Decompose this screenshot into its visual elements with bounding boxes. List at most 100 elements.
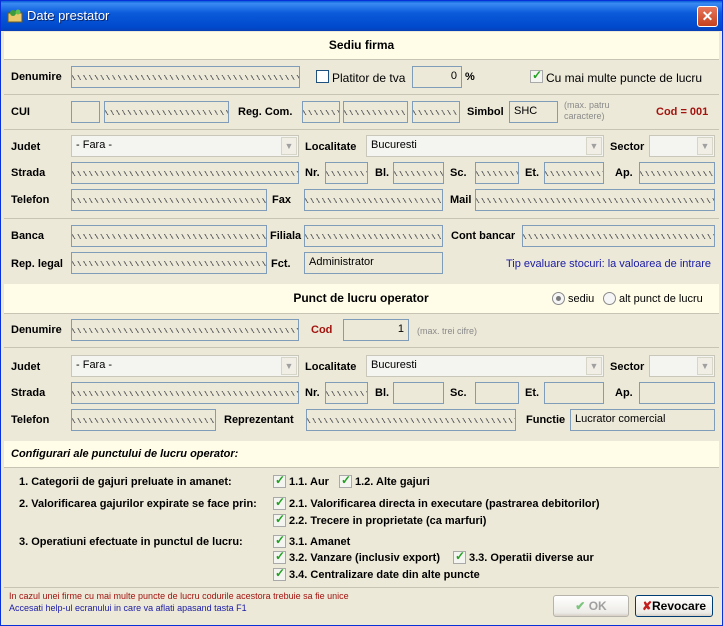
cui-label: CUI	[11, 106, 30, 118]
mail-field[interactable]	[475, 189, 715, 211]
sc-field[interactable]	[475, 162, 519, 184]
functie-field[interactable]: Lucrator comercial	[570, 409, 715, 431]
et-field[interactable]	[544, 162, 604, 184]
ok-button[interactable]: ✔ OK	[553, 595, 629, 617]
punct-bl-label: Bl.	[375, 387, 390, 399]
alte-gajuri-checkbox[interactable]: ✓	[339, 473, 352, 488]
punct-strada-field[interactable]	[71, 382, 299, 404]
app-icon	[7, 9, 23, 23]
fct-field[interactable]: Administrator	[304, 252, 443, 274]
punct-cod-label: Cod	[311, 324, 333, 336]
vanzare-checkbox[interactable]: ✓	[273, 549, 286, 564]
telefon-label: Telefon	[11, 194, 50, 206]
trecere-label: 2.2. Trecere in proprietate (ca marfuri)	[289, 515, 487, 527]
punct-sc-field[interactable]	[475, 382, 519, 404]
check-icon: ✓	[532, 68, 543, 82]
punct-telefon-field[interactable]	[71, 409, 216, 431]
punct-nr-field[interactable]	[325, 382, 368, 404]
check-icon: ✓	[275, 473, 286, 487]
punct-nr-label: Nr.	[305, 387, 320, 399]
punct-et-field[interactable]	[544, 382, 604, 404]
centralizare-checkbox[interactable]: ✓	[273, 566, 286, 581]
cont-bancar-label: Cont bancar	[451, 230, 516, 242]
bl-field[interactable]	[393, 162, 444, 184]
punct-sector-select[interactable]: ▼	[649, 355, 715, 377]
simbol-field[interactable]: SHC	[509, 101, 558, 123]
simbol-hint: (max. patru caractere)	[564, 100, 610, 121]
punct-localitate-value: Bucuresti	[371, 359, 417, 371]
valorificare-checkbox[interactable]: ✓	[273, 495, 286, 510]
divider	[4, 347, 719, 348]
banca-label: Banca	[11, 230, 45, 242]
check-icon: ✓	[455, 549, 466, 563]
strada-field[interactable]	[71, 162, 299, 184]
punct-denumire-field[interactable]	[71, 319, 299, 341]
regcom-part1-field[interactable]	[302, 101, 340, 123]
alte-gajuri-label: 1.2. Alte gajuri	[355, 476, 430, 488]
chevron-down-icon[interactable]: ▼	[697, 137, 713, 155]
banca-field[interactable]	[71, 225, 267, 247]
rep-legal-field[interactable]	[71, 252, 267, 274]
chevron-down-icon[interactable]: ▼	[281, 357, 297, 375]
chevron-down-icon[interactable]: ▼	[586, 357, 602, 375]
radio-alt-punct-label: alt punct de lucru	[619, 293, 703, 305]
dialog-window: Date prestator ✕ Sediu firma Denumire Pl…	[0, 0, 723, 626]
tip-evaluare-link[interactable]: Tip evaluare stocuri: la valoarea de int…	[506, 258, 711, 270]
punct-ap-field[interactable]	[639, 382, 715, 404]
divider	[4, 94, 719, 95]
divider	[4, 313, 719, 314]
punct-bl-field[interactable]	[393, 382, 444, 404]
tva-field[interactable]: 0	[412, 66, 462, 88]
multe-puncte-label: Cu mai multe puncte de lucru	[546, 71, 703, 85]
punct-ap-label: Ap.	[615, 387, 633, 399]
config-q1-label: 1. Categorii de gajuri preluate in amane…	[19, 476, 232, 488]
functie-label: Functie	[526, 414, 566, 426]
fax-field[interactable]	[304, 189, 443, 211]
punct-localitate-select[interactable]: Bucuresti ▼	[366, 355, 604, 377]
ap-field[interactable]	[639, 162, 715, 184]
platitor-tva-checkbox[interactable]	[316, 70, 329, 83]
punct-et-label: Et.	[525, 387, 540, 399]
judet-select[interactable]: - Fara - ▼	[71, 135, 299, 157]
revocare-button[interactable]: ✘Revocare	[635, 595, 713, 617]
cui-field[interactable]	[104, 101, 229, 123]
operatii-aur-label: 3.3. Operatii diverse aur	[469, 552, 594, 564]
amanet-checkbox[interactable]: ✓	[273, 533, 286, 548]
punct-judet-select[interactable]: - Fara - ▼	[71, 355, 299, 377]
operatii-aur-checkbox[interactable]: ✓	[453, 549, 466, 564]
strada-label: Strada	[11, 167, 46, 179]
chevron-down-icon[interactable]: ▼	[586, 137, 602, 155]
punct-cod-field[interactable]: 1	[343, 319, 409, 341]
punct-localitate-label: Localitate	[305, 361, 357, 373]
trecere-checkbox[interactable]: ✓	[273, 512, 286, 527]
divider	[4, 218, 719, 219]
telefon-field[interactable]	[71, 189, 267, 211]
cui-prefix-field[interactable]	[71, 101, 100, 123]
divider	[4, 129, 719, 130]
check-icon: ✓	[275, 495, 286, 509]
radio-sediu-label: sediu	[568, 293, 595, 305]
chevron-down-icon[interactable]: ▼	[697, 357, 713, 375]
radio-alt-punct[interactable]	[603, 292, 616, 305]
regcom-part3-field[interactable]	[412, 101, 460, 123]
sector-select[interactable]: ▼	[649, 135, 715, 157]
aur-checkbox[interactable]: ✓	[273, 473, 286, 488]
radio-sediu[interactable]	[552, 292, 565, 305]
chevron-down-icon[interactable]: ▼	[281, 137, 297, 155]
close-button[interactable]: ✕	[697, 6, 718, 27]
footer-note-red: In cazul unei firme cu mai multe puncte …	[9, 591, 349, 601]
mail-label: Mail	[450, 194, 472, 206]
title-bar[interactable]: Date prestator ✕	[1, 1, 722, 31]
filiala-field[interactable]	[304, 225, 443, 247]
reprezentant-field[interactable]	[306, 409, 516, 431]
cont-bancar-field[interactable]	[522, 225, 715, 247]
regcom-part2-field[interactable]	[343, 101, 408, 123]
multe-puncte-checkbox[interactable]: ✓	[530, 68, 543, 83]
amanet-label: 3.1. Amanet	[289, 536, 351, 548]
cancel-icon: ✘	[641, 599, 652, 613]
localitate-select[interactable]: Bucuresti ▼	[366, 135, 604, 157]
window-title: Date prestator	[27, 8, 110, 23]
denumire-field[interactable]	[71, 66, 300, 88]
check-icon: ✓	[275, 566, 286, 580]
nr-field[interactable]	[325, 162, 368, 184]
